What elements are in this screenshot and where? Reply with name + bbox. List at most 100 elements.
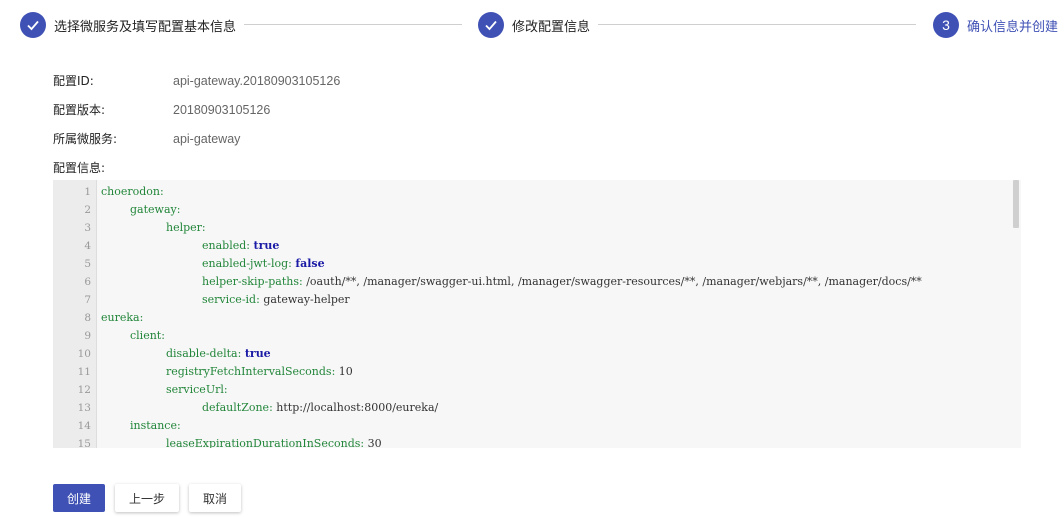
code-text: enabled: true bbox=[101, 239, 279, 252]
line-number: 15 bbox=[77, 438, 91, 448]
service-label: 所属微服务: bbox=[53, 132, 118, 146]
step-3-number: 3 bbox=[933, 12, 959, 38]
create-button[interactable]: 创建 bbox=[53, 484, 105, 512]
line-number: 4 bbox=[84, 240, 91, 252]
code-text: leaseExpirationDurationInSeconds: 30 bbox=[101, 437, 382, 448]
step-1-label: 选择微服务及填写配置基本信息 bbox=[54, 19, 237, 35]
check-icon bbox=[478, 12, 504, 38]
code-text: defaultZone: http://localhost:8000/eurek… bbox=[101, 401, 438, 414]
code-line: 7 service-id: gateway-helper bbox=[84, 291, 1001, 309]
yaml-value: true bbox=[253, 239, 280, 252]
code-text: gateway: bbox=[101, 203, 180, 216]
code-text: helper: bbox=[101, 221, 206, 234]
line-number: 5 bbox=[84, 258, 91, 270]
code-line: 2 gateway: bbox=[84, 201, 1001, 219]
yaml-value: http://localhost:8000/eureka/ bbox=[276, 401, 439, 414]
step-3: 3 确认信息并创建 bbox=[933, 10, 1058, 40]
yaml-value: false bbox=[295, 257, 325, 270]
service-row: 所属微服务: api-gateway bbox=[53, 124, 340, 153]
yaml-key: enabled: bbox=[202, 239, 250, 252]
stepper: 选择微服务及填写配置基本信息 修改配置信息 3 确认信息并创建 bbox=[20, 10, 1060, 40]
code-line: 10 disable-delta: true bbox=[78, 345, 1001, 363]
code-text: client: bbox=[101, 329, 165, 342]
yaml-key: eureka: bbox=[101, 311, 144, 324]
config-version-value: 20180903105126 bbox=[173, 102, 271, 117]
yaml-key: gateway: bbox=[130, 203, 181, 216]
config-id-row: 配置ID: api-gateway.20180903105126 bbox=[53, 66, 340, 95]
scrollbar-thumb[interactable] bbox=[1013, 180, 1019, 228]
step-number: 3 bbox=[942, 17, 950, 33]
yaml-key: service-id: bbox=[202, 293, 260, 306]
line-number: 3 bbox=[84, 222, 91, 234]
previous-step-button[interactable]: 上一步 bbox=[115, 484, 179, 512]
code-line: 5 enabled-jwt-log: false bbox=[84, 255, 1001, 273]
step-connector-2 bbox=[598, 24, 916, 25]
line-number: 13 bbox=[77, 402, 91, 414]
config-info: 配置ID: api-gateway.20180903105126 配置版本: 2… bbox=[53, 66, 340, 182]
line-number: 8 bbox=[84, 312, 91, 324]
yaml-key: leaseExpirationDurationInSeconds: bbox=[166, 437, 365, 448]
step-2: 修改配置信息 bbox=[478, 10, 590, 40]
yaml-key: helper: bbox=[166, 221, 206, 234]
yaml-key: registryFetchIntervalSeconds: bbox=[166, 365, 336, 378]
yaml-key: instance: bbox=[130, 419, 181, 432]
yaml-key: helper-skip-paths: bbox=[202, 275, 303, 288]
code-text: eureka: bbox=[101, 311, 143, 324]
line-number: 14 bbox=[77, 420, 91, 432]
code-text: registryFetchIntervalSeconds: 10 bbox=[101, 365, 353, 378]
code-text: disable-delta: true bbox=[101, 347, 271, 360]
code-line: 4 enabled: true bbox=[84, 237, 1001, 255]
code-line: 6 helper-skip-paths: /oauth/**, /manager/… bbox=[84, 273, 1001, 291]
code-line: 9 client: bbox=[84, 327, 1001, 345]
line-number: 11 bbox=[77, 366, 91, 378]
code-line: 1 choerodon: bbox=[84, 183, 1001, 201]
config-id-label: 配置ID: bbox=[53, 74, 94, 88]
cancel-button[interactable]: 取消 bbox=[189, 484, 241, 512]
line-number: 10 bbox=[77, 348, 91, 360]
code-text: serviceUrl: bbox=[101, 383, 228, 396]
code-line: 14 instance: bbox=[78, 417, 1001, 435]
code-editor[interactable]: 1 choerodon: 2 gateway: 3 helper: 4 enabled: tr… bbox=[53, 180, 1021, 448]
code-text: helper-skip-paths: /oauth/**, /manager/s… bbox=[101, 275, 922, 288]
yaml-value: gateway-helper bbox=[263, 293, 350, 306]
yaml-value: /oauth/**, /manager/swagger-ui.html, /ma… bbox=[306, 275, 922, 288]
code-text: service-id: gateway-helper bbox=[101, 293, 350, 306]
line-number: 9 bbox=[84, 330, 91, 342]
step-connector-1 bbox=[244, 24, 462, 25]
step-1: 选择微服务及填写配置基本信息 bbox=[20, 10, 236, 40]
code-line: 11 registryFetchIntervalSeconds: 10 bbox=[78, 363, 1001, 381]
code-text: enabled-jwt-log: false bbox=[101, 257, 325, 270]
service-value: api-gateway bbox=[173, 131, 241, 146]
yaml-key: defaultZone: bbox=[202, 401, 273, 414]
code-line: 12 serviceUrl: bbox=[78, 381, 1001, 399]
yaml-key: disable-delta: bbox=[166, 347, 242, 360]
line-number: 1 bbox=[84, 186, 91, 198]
line-number: 6 bbox=[84, 276, 91, 288]
config-id-value: api-gateway.20180903105126 bbox=[173, 73, 341, 88]
config-info-label: 配置信息: bbox=[53, 161, 106, 175]
vertical-scrollbar[interactable] bbox=[1009, 180, 1021, 448]
step-2-label: 修改配置信息 bbox=[512, 19, 591, 35]
code-line: 3 helper: bbox=[84, 219, 1001, 237]
line-number: 12 bbox=[77, 384, 91, 396]
yaml-value: 10 bbox=[338, 365, 353, 378]
yaml-key: enabled-jwt-log: bbox=[202, 257, 292, 270]
yaml-key: choerodon: bbox=[101, 185, 164, 198]
code-line: 13 defaultZone: http://localhost:8000/eur… bbox=[78, 399, 1001, 417]
yaml-value: 30 bbox=[367, 437, 382, 448]
config-info-row: 配置信息: bbox=[53, 153, 340, 182]
code-text: instance: bbox=[101, 419, 181, 432]
yaml-key: client: bbox=[130, 329, 165, 342]
line-number: 2 bbox=[84, 204, 91, 216]
action-bar: 创建 上一步 取消 bbox=[53, 484, 241, 512]
yaml-value: true bbox=[244, 347, 271, 360]
line-number: 7 bbox=[84, 294, 91, 306]
check-icon bbox=[20, 12, 46, 38]
code-text: choerodon: bbox=[101, 185, 164, 198]
step-3-label: 确认信息并创建 bbox=[967, 19, 1059, 35]
code-line: 15 leaseExpirationDurationInSeconds: 30 bbox=[78, 435, 1001, 448]
config-version-label: 配置版本: bbox=[53, 103, 106, 117]
code-content[interactable]: 1 choerodon: 2 gateway: 3 helper: 4 enabled: tr… bbox=[78, 183, 1001, 448]
code-line: 8 eureka: bbox=[84, 309, 1001, 327]
config-version-row: 配置版本: 20180903105126 bbox=[53, 95, 340, 124]
